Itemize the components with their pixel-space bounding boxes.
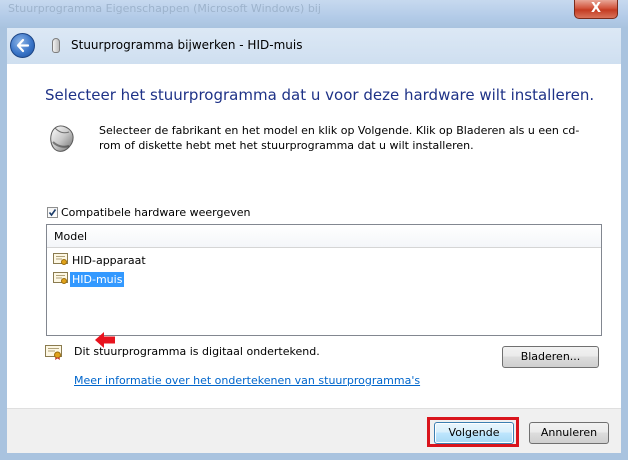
red-arrow-icon xyxy=(95,332,115,348)
list-item-label: HID-muis xyxy=(70,272,125,287)
navigation-bar: Stuurprogramma bijwerken - HID-muis xyxy=(7,28,621,64)
back-arrow-icon xyxy=(16,38,30,53)
dialog-window: Stuurprogramma Eigenschappen (Microsoft … xyxy=(0,0,628,460)
background-window-title: Stuurprogramma Eigenschappen (Microsoft … xyxy=(8,2,321,15)
title-bar[interactable]: Stuurprogramma Eigenschappen (Microsoft … xyxy=(0,0,628,28)
compatible-hardware-checkbox-row[interactable]: Compatibele hardware weergeven xyxy=(47,206,250,219)
wizard-title: Stuurprogramma bijwerken - HID-muis xyxy=(71,38,303,52)
mouse-icon xyxy=(50,125,74,152)
certificate-icon xyxy=(53,253,68,266)
model-column-header[interactable]: Model xyxy=(47,225,601,248)
cancel-button[interactable]: Annuleren xyxy=(529,422,609,444)
compatible-hardware-checkbox[interactable] xyxy=(47,207,58,218)
close-button[interactable]: X xyxy=(574,0,618,19)
next-button[interactable]: Volgende xyxy=(434,422,514,444)
browse-button[interactable]: Bladeren... xyxy=(502,346,599,368)
compatible-hardware-label: Compatibele hardware weergeven xyxy=(61,206,251,219)
driver-signing-info-link[interactable]: Meer informatie over het ondertekenen va… xyxy=(74,374,420,387)
list-item[interactable]: HID-muis xyxy=(53,272,125,288)
checkmark-icon xyxy=(48,209,57,217)
instructions-text: Selecteer de fabrikant en het model en k… xyxy=(99,124,580,152)
list-item[interactable]: HID-apparaat xyxy=(53,253,148,269)
certificate-icon xyxy=(53,272,68,285)
model-listbox[interactable]: Model HID-apparaat HID-muis xyxy=(46,224,602,336)
back-button[interactable] xyxy=(10,33,35,58)
model-column-label: Model xyxy=(54,230,88,243)
list-item-label: HID-apparaat xyxy=(72,254,146,267)
footer-bar: Volgende Annuleren xyxy=(7,408,621,453)
page-heading: Selecteer het stuurprogramma dat u voor … xyxy=(45,86,595,104)
device-icon xyxy=(52,38,60,53)
